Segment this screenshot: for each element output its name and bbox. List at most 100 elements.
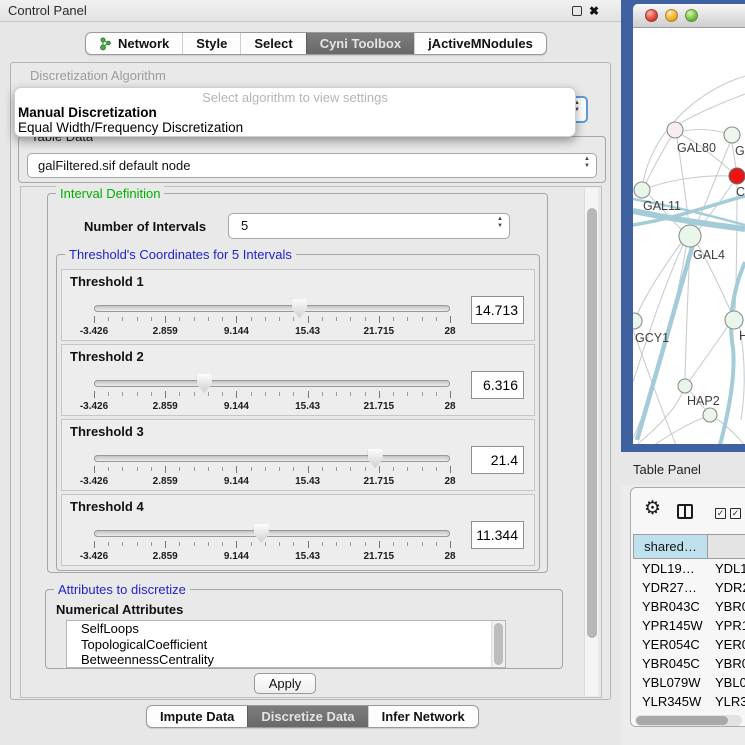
slider-track[interactable] bbox=[94, 380, 450, 387]
network-node-gcy1[interactable] bbox=[633, 313, 642, 329]
number-of-intervals-spinner[interactable]: 5 ▲▼ bbox=[228, 213, 510, 239]
split-columns-icon[interactable] bbox=[677, 504, 693, 519]
network-node-gal11[interactable] bbox=[634, 182, 650, 198]
slider-tick bbox=[350, 467, 351, 471]
numerical-attributes-list[interactable]: SelfLoopsTopologicalCoefficientBetweenne… bbox=[66, 620, 506, 668]
network-node-node-top-right[interactable] bbox=[724, 127, 740, 143]
threshold-slider[interactable]: -3.4262.8599.14415.4321.71528 bbox=[90, 521, 456, 565]
close-traffic-light[interactable] bbox=[645, 9, 658, 22]
zoom-traffic-light[interactable] bbox=[685, 9, 698, 22]
tab-impute-data[interactable]: Impute Data bbox=[147, 706, 247, 727]
threshold-slider[interactable]: -3.4262.8599.14415.4321.71528 bbox=[90, 296, 456, 340]
table-row[interactable]: YPR145WYPR1 bbox=[633, 616, 745, 635]
table-row[interactable]: YER054CYER0 bbox=[633, 635, 745, 654]
table-row[interactable]: YBR043CYBR0 bbox=[633, 597, 745, 616]
cell-name[interactable]: YDR2 bbox=[708, 578, 745, 597]
attributes-list-scrollbar[interactable] bbox=[491, 621, 505, 667]
list-item-betweennesscentrality[interactable]: BetweennessCentrality bbox=[67, 652, 505, 668]
slider-tick bbox=[208, 317, 209, 321]
tab-infer-network[interactable]: Infer Network bbox=[368, 706, 478, 727]
tab-network[interactable]: Network bbox=[86, 33, 182, 54]
network-node-node-bottom[interactable] bbox=[703, 408, 717, 422]
scrollbar-thumb[interactable] bbox=[587, 208, 597, 638]
network-canvas[interactable]: GAL80GACGAL11GAL4GCY1HHAP2 bbox=[633, 28, 745, 444]
slider-tick bbox=[350, 392, 351, 396]
slider-tick bbox=[94, 466, 95, 473]
cell-name[interactable]: YDL1 bbox=[708, 559, 745, 578]
checkbox-icon[interactable]: ✓ bbox=[715, 508, 726, 519]
cell-name[interactable]: YBL0 bbox=[708, 673, 745, 692]
column-header-shared-name[interactable]: shared… bbox=[633, 534, 708, 559]
number-of-intervals-value: 5 bbox=[241, 218, 248, 233]
network-node-node-red[interactable] bbox=[729, 168, 745, 184]
gear-icon[interactable]: ⚙ bbox=[644, 499, 661, 519]
table-horizontal-scrollbar[interactable] bbox=[635, 715, 742, 726]
settings-vertical-scrollbar[interactable] bbox=[584, 188, 598, 696]
table-data-combobox[interactable]: galFiltered.sif default node ▲▼ bbox=[27, 153, 597, 178]
tab-style[interactable]: Style bbox=[182, 33, 240, 54]
cell-shared-name[interactable]: YDR27… bbox=[633, 578, 708, 597]
network-node-node-right-h[interactable] bbox=[725, 311, 743, 329]
slider-tick bbox=[365, 392, 366, 396]
slider-handle[interactable] bbox=[368, 449, 383, 468]
column-header-name[interactable]: name bbox=[708, 534, 745, 559]
threshold-value-field[interactable]: 14.713 bbox=[471, 296, 524, 324]
list-item-selfloops[interactable]: SelfLoops bbox=[67, 621, 505, 637]
settings-scroll-viewport: Interval Definition Number of Intervals … bbox=[20, 186, 602, 698]
apply-button[interactable]: Apply bbox=[254, 673, 316, 694]
scrollbar-thumb[interactable] bbox=[494, 623, 503, 665]
network-node-gal80[interactable] bbox=[667, 122, 683, 138]
cell-shared-name[interactable]: YBR045C bbox=[633, 654, 708, 673]
cell-name[interactable]: YLR3 bbox=[708, 692, 745, 711]
table-row[interactable]: YDR27…YDR2 bbox=[633, 578, 745, 597]
minimize-traffic-light[interactable] bbox=[665, 9, 678, 22]
slider-track[interactable] bbox=[94, 530, 450, 537]
tab-discretize-data[interactable]: Discretize Data bbox=[247, 706, 367, 727]
cell-name[interactable]: YBR0 bbox=[708, 597, 745, 616]
threshold-value-field[interactable]: 11.344 bbox=[471, 521, 524, 549]
scrollbar-thumb[interactable] bbox=[636, 716, 728, 725]
cell-shared-name[interactable]: YER054C bbox=[633, 635, 708, 654]
cell-shared-name[interactable]: YBL079W bbox=[633, 673, 708, 692]
threshold-slider[interactable]: -3.4262.8599.14415.4321.71528 bbox=[90, 371, 456, 415]
algorithm-option-equal-width-frequency-discretization[interactable]: Equal Width/Frequency Discretization bbox=[15, 120, 575, 135]
tab-select[interactable]: Select bbox=[240, 33, 305, 54]
slider-tick bbox=[407, 467, 408, 471]
slider-tick bbox=[251, 467, 252, 471]
network-node-hap2[interactable] bbox=[678, 379, 692, 393]
tab-cyni-toolbox[interactable]: Cyni Toolbox bbox=[306, 33, 414, 54]
table-row[interactable]: YLR345WYLR3 bbox=[633, 692, 745, 711]
slider-handle[interactable] bbox=[292, 299, 307, 318]
cell-shared-name[interactable]: YLR345W bbox=[633, 692, 708, 711]
cell-shared-name[interactable]: YPR145W bbox=[633, 616, 708, 635]
slider-tick-label: 28 bbox=[444, 401, 455, 412]
table-row[interactable]: YDL19…YDL1 bbox=[633, 559, 745, 578]
slider-handle[interactable] bbox=[254, 524, 269, 543]
cell-name[interactable]: YER0 bbox=[708, 635, 745, 654]
slider-tick bbox=[365, 467, 366, 471]
slider-tick bbox=[108, 542, 109, 546]
slider-tick-label: 21.715 bbox=[364, 326, 395, 337]
checkbox-icon[interactable]: ✓ bbox=[730, 508, 741, 519]
cell-name[interactable]: YPR1 bbox=[708, 616, 745, 635]
slider-tick bbox=[236, 391, 237, 398]
cell-name[interactable]: YBR0 bbox=[708, 654, 745, 673]
tab-jactivemnodules[interactable]: jActiveMNodules bbox=[414, 33, 546, 54]
threshold-value-field[interactable]: 6.316 bbox=[471, 371, 524, 399]
algorithm-option-manual-discretization[interactable]: Manual Discretization bbox=[15, 105, 575, 120]
float-window-icon[interactable] bbox=[572, 6, 582, 16]
threshold-slider[interactable]: -3.4262.8599.14415.4321.71528 bbox=[90, 446, 456, 490]
table-row[interactable]: YBL079WYBL0 bbox=[633, 673, 745, 692]
network-window-titlebar[interactable] bbox=[633, 4, 745, 28]
slider-track[interactable] bbox=[94, 455, 450, 462]
threshold-value-field[interactable]: 21.4 bbox=[471, 446, 524, 474]
network-node-label-node-right-h: H bbox=[739, 329, 745, 343]
cell-shared-name[interactable]: YBR043C bbox=[633, 597, 708, 616]
table-row[interactable]: YBR045CYBR0 bbox=[633, 654, 745, 673]
network-node-gal4[interactable] bbox=[679, 225, 701, 247]
list-item-topologicalcoefficient[interactable]: TopologicalCoefficient bbox=[67, 637, 505, 653]
slider-track[interactable] bbox=[94, 305, 450, 312]
slider-handle[interactable] bbox=[197, 374, 212, 393]
cell-shared-name[interactable]: YDL19… bbox=[633, 559, 708, 578]
close-icon[interactable]: ✖ bbox=[589, 3, 599, 19]
